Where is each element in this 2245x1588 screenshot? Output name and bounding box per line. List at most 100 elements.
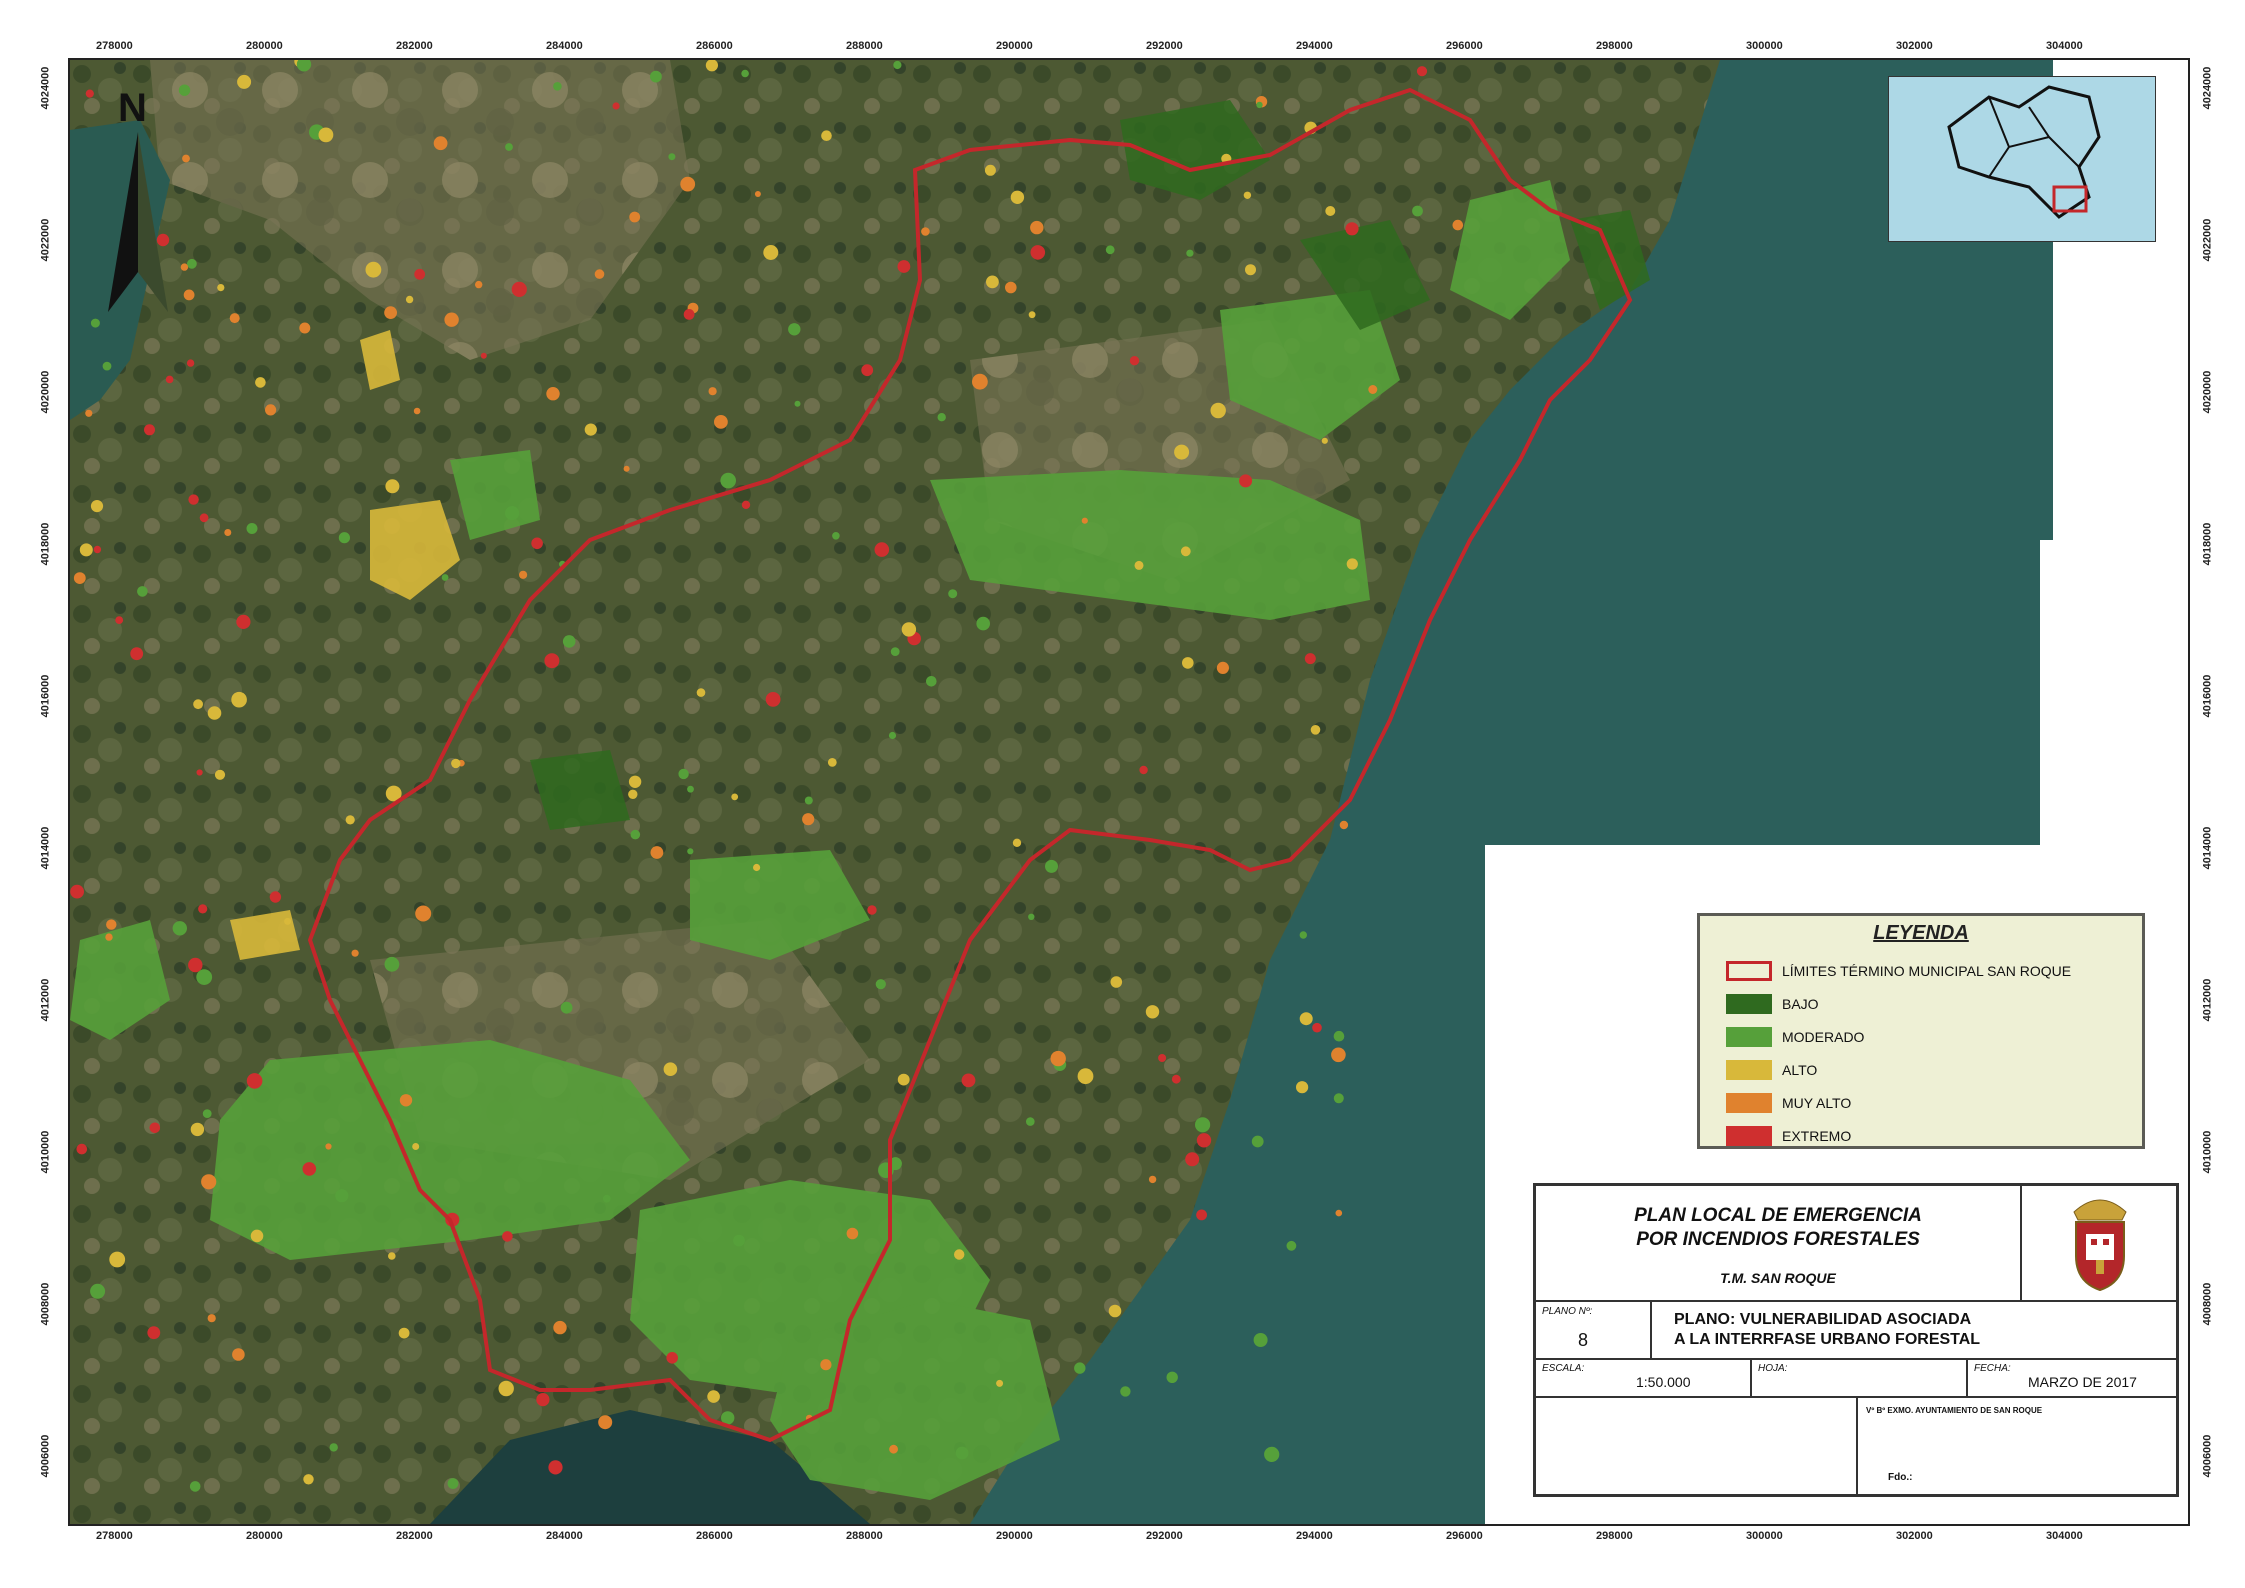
- risk-dot: [196, 969, 213, 985]
- risk-dot: [683, 309, 695, 320]
- risk-dot: [475, 280, 483, 289]
- risk-dot: [188, 494, 199, 505]
- x-tick-label: 292000: [1146, 1530, 1183, 1542]
- legend-swatch: [1726, 1060, 1772, 1080]
- north-arrow: N: [98, 86, 178, 386]
- risk-dot: [1120, 1386, 1131, 1397]
- risk-dot: [763, 245, 779, 260]
- plano-title-cell: PLANO: VULNERABILIDAD ASOCIADA A LA INTE…: [1651, 1301, 2177, 1359]
- legend-swatch: [1726, 994, 1772, 1014]
- risk-dot: [1331, 1047, 1346, 1063]
- x-tick-label: 286000: [696, 1530, 733, 1542]
- risk-dot: [921, 227, 930, 236]
- legend-label: ALTO: [1782, 1062, 1818, 1078]
- risk-dot: [1335, 1209, 1343, 1217]
- hoja-label: HOJA:: [1758, 1363, 1788, 1374]
- risk-dot: [680, 176, 696, 192]
- risk-dot: [1286, 1240, 1297, 1251]
- risk-dot: [820, 1359, 832, 1371]
- y-tick-label: 4012000: [2201, 978, 2214, 1022]
- risk-dot: [741, 69, 749, 78]
- x-tick-label: 300000: [1746, 40, 1783, 52]
- risk-dot: [1339, 820, 1349, 830]
- risk-dot: [630, 829, 641, 840]
- risk-dot: [1145, 1005, 1160, 1019]
- risk-dot: [502, 1231, 513, 1242]
- risk-dot: [602, 1194, 611, 1203]
- x-tick-label: 282000: [396, 1530, 433, 1542]
- risk-dot: [986, 275, 999, 289]
- risk-dot: [832, 532, 840, 540]
- risk-dot: [731, 793, 739, 801]
- risk-dot: [1030, 220, 1044, 235]
- fecha-value: MARZO DE 2017: [2028, 1374, 2137, 1390]
- risk-dot: [666, 1352, 678, 1364]
- y-tick-label: 4018000: [2201, 522, 2214, 566]
- risk-dot: [85, 409, 93, 417]
- risk-dot: [708, 387, 717, 396]
- risk-dot: [901, 622, 917, 637]
- risk-dot: [365, 261, 382, 278]
- risk-dot: [598, 1415, 613, 1430]
- x-tick-label: 280000: [246, 1530, 283, 1542]
- y-tick-label: 4012000: [39, 978, 52, 1022]
- risk-dot: [1333, 1030, 1345, 1042]
- risk-dot: [415, 905, 432, 922]
- risk-dot: [79, 543, 93, 557]
- risk-dot: [1296, 1081, 1309, 1094]
- risk-dot: [1345, 222, 1359, 236]
- y-tick-label: 4008000: [2201, 1282, 2214, 1326]
- risk-dot: [224, 529, 232, 536]
- risk-dot: [1253, 1333, 1268, 1347]
- x-tick-label: 278000: [96, 40, 133, 52]
- risk-dot: [1333, 1093, 1344, 1104]
- risk-dot: [897, 260, 911, 273]
- y-tick-label: 4008000: [39, 1282, 52, 1326]
- legend-item: BAJO: [1726, 991, 1819, 1017]
- risk-dot: [846, 1227, 859, 1240]
- legend-label: BAJO: [1782, 996, 1819, 1012]
- risk-dot: [90, 1283, 106, 1299]
- risk-dot: [1299, 931, 1308, 939]
- x-tick-label: 288000: [846, 1530, 883, 1542]
- y-tick-label: 4018000: [39, 522, 52, 566]
- risk-dot: [788, 323, 801, 336]
- x-tick-label: 292000: [1146, 40, 1183, 52]
- risk-dot: [232, 1348, 245, 1361]
- risk-dot: [269, 891, 282, 903]
- risk-dot: [1134, 560, 1144, 570]
- risk-dot: [207, 706, 222, 720]
- risk-dot: [1243, 191, 1252, 199]
- risk-dot: [628, 775, 642, 788]
- fecha-cell: FECHA: MARZO DE 2017: [1967, 1359, 2177, 1397]
- legend-item: LÍMITES TÉRMINO MUNICIPAL SAN ROQUE: [1726, 958, 2071, 984]
- risk-dot: [1050, 1050, 1066, 1067]
- risk-dot: [954, 1249, 965, 1260]
- risk-dot: [536, 1393, 550, 1407]
- risk-dot: [188, 957, 203, 973]
- risk-dot: [1028, 311, 1036, 319]
- risk-dot: [338, 532, 350, 544]
- risk-dot: [106, 919, 117, 930]
- risk-dot: [412, 1143, 420, 1150]
- risk-dot: [733, 1234, 745, 1247]
- risk-dot: [399, 1094, 413, 1107]
- risk-dot: [867, 905, 877, 915]
- risk-dot: [433, 136, 448, 151]
- risk-dot: [668, 153, 676, 161]
- risk-dot: [1012, 838, 1022, 847]
- risk-dot: [137, 586, 148, 597]
- risk-dot: [1030, 245, 1046, 260]
- risk-dot: [519, 570, 528, 579]
- risk-dot: [996, 1379, 1004, 1387]
- municipality: T.M. SAN ROQUE: [1720, 1270, 1836, 1286]
- plano-title-line-2: A LA INTERRFASE URBANO FORESTAL: [1674, 1331, 1981, 1348]
- risk-dot: [329, 1443, 338, 1452]
- risk-dot: [753, 863, 761, 872]
- legend-swatch: [1726, 961, 1772, 981]
- risk-dot: [115, 616, 124, 624]
- y-tick-label: 4022000: [2201, 218, 2214, 262]
- escala-cell: ESCALA: 1:50.000: [1535, 1359, 1751, 1397]
- risk-dot: [546, 387, 560, 401]
- risk-dot: [231, 691, 247, 708]
